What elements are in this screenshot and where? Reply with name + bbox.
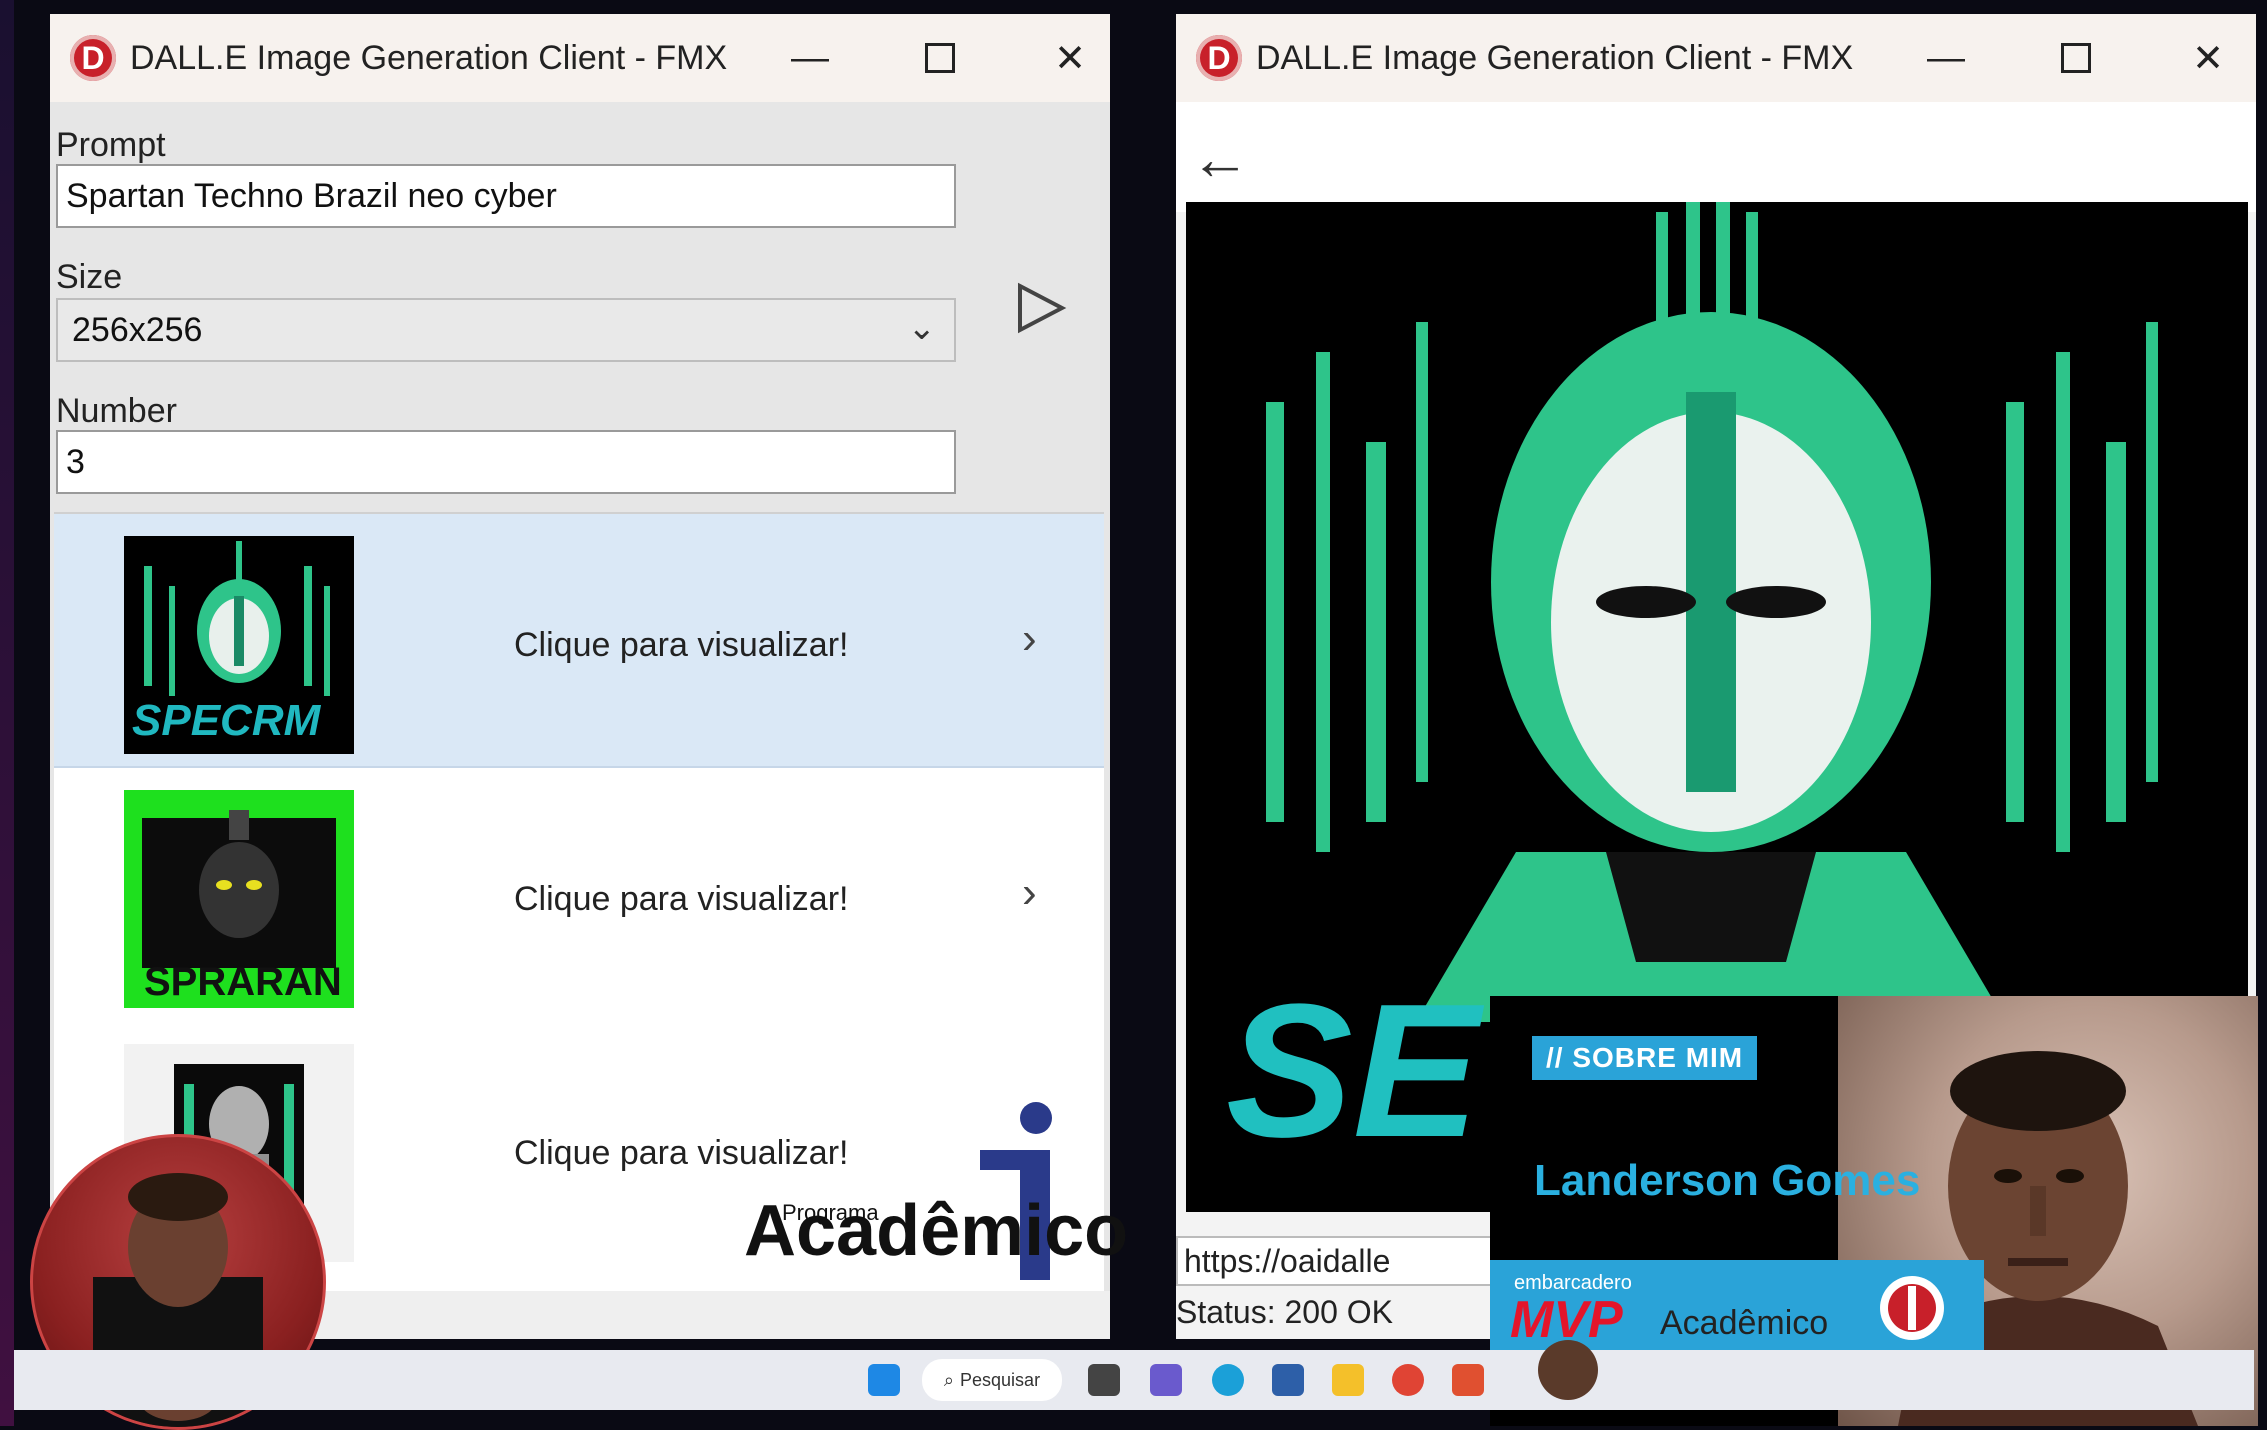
chat-icon[interactable]	[1150, 1364, 1182, 1396]
left-titlebar[interactable]: D DALL.E Image Generation Client - FMX —…	[50, 14, 1110, 102]
play-icon[interactable]	[1010, 278, 1070, 338]
prompt-input[interactable]: Spartan Techno Brazil neo cyber	[56, 164, 956, 228]
list-item-label: Clique para visualizar!	[514, 1134, 849, 1172]
window-title: DALL.E Image Generation Client - FMX	[1256, 38, 1854, 77]
maximize-icon[interactable]	[2046, 34, 2106, 82]
thumbnail-1: SPECRM	[124, 536, 354, 754]
list-item-label: Clique para visualizar!	[514, 880, 849, 918]
close-icon[interactable]: ✕	[2178, 34, 2238, 82]
number-label: Number	[56, 392, 177, 430]
list-item-label: Clique para visualizar!	[514, 626, 849, 664]
right-titlebar[interactable]: D DALL.E Image Generation Client - FMX —…	[1176, 14, 2256, 102]
size-select[interactable]: 256x256 ⌄	[56, 298, 956, 362]
academico-watermark: Acadêmico	[744, 1191, 1129, 1271]
presenter-avatar	[1538, 1340, 1598, 1400]
close-icon[interactable]: ✕	[1040, 34, 1100, 82]
minimize-icon[interactable]: —	[1916, 34, 1976, 82]
chevron-down-icon: ⌄	[907, 309, 937, 347]
chrome-browser-icon[interactable]	[1392, 1364, 1424, 1396]
edge-browser-icon[interactable]	[1212, 1364, 1244, 1396]
taskbar-search-label: Pesquisar	[960, 1369, 1041, 1390]
search-icon: ⌕	[943, 1369, 955, 1390]
app-logo-icon: D	[1196, 35, 1242, 81]
url-field[interactable]: https://oaidalle	[1176, 1236, 1496, 1286]
prompt-label: Prompt	[56, 126, 166, 164]
file-explorer-icon[interactable]	[1332, 1364, 1364, 1396]
size-select-value: 256x256	[72, 310, 203, 349]
windows-start-icon[interactable]	[868, 1364, 900, 1396]
presenter-name: Landerson Gomes	[1534, 1156, 1921, 1205]
thumbnail-text: SPRARAN	[144, 960, 342, 1004]
back-arrow-icon[interactable]: ←	[1190, 124, 1250, 193]
size-label: Size	[56, 258, 123, 296]
app-logo-icon: D	[70, 35, 116, 81]
spartan-helmet-icon	[1880, 1276, 1944, 1340]
generated-image-text: SE	[1226, 965, 1480, 1177]
thumbnail-2: SPRARAN	[124, 790, 354, 1008]
minimize-icon[interactable]: —	[780, 34, 840, 82]
detail-toolbar: ←	[1176, 102, 2256, 212]
thumbnail-text: SPECRM	[132, 696, 321, 745]
chevron-right-icon: ›	[1022, 614, 1037, 663]
list-item[interactable]: SPECRM Clique para visualizar! ›	[54, 514, 1104, 768]
number-input[interactable]: 3	[56, 430, 956, 494]
status-text: Status: 200 OK	[1176, 1294, 1394, 1330]
sobre-mim-badge: // SOBRE MIM	[1532, 1036, 1758, 1080]
window-title: DALL.E Image Generation Client - FMX	[130, 38, 728, 77]
taskbar-search[interactable]: ⌕ Pesquisar	[922, 1359, 1062, 1401]
chevron-right-icon: ›	[1022, 868, 1037, 917]
maximize-icon[interactable]	[910, 34, 970, 82]
store-icon[interactable]	[1272, 1364, 1304, 1396]
list-item[interactable]: SPRARAN Clique para visualizar! ›	[54, 768, 1104, 1020]
task-view-icon[interactable]	[1088, 1364, 1120, 1396]
windows-taskbar: ⌕ Pesquisar	[14, 1340, 2254, 1410]
mvp-academico-text: Acadêmico	[1660, 1304, 1829, 1342]
embarcadero-ide-icon[interactable]	[1452, 1364, 1484, 1396]
background-stripe	[0, 0, 14, 1426]
